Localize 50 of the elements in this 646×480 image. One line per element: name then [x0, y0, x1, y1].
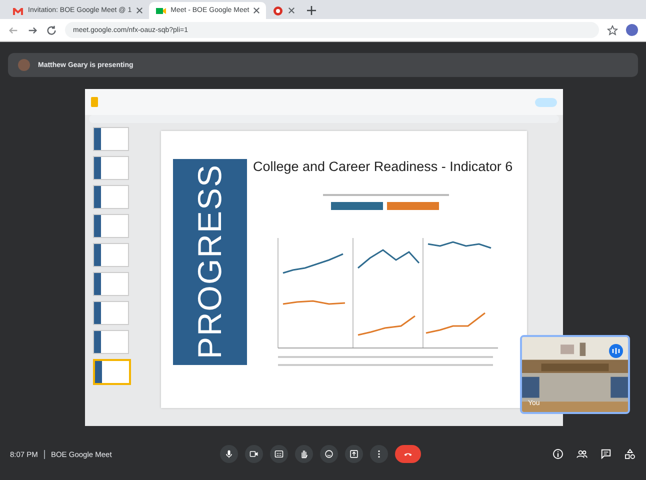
info-button[interactable]	[552, 448, 564, 460]
trend-line	[282, 253, 344, 274]
slide-thumbnail[interactable]	[93, 127, 129, 151]
presenter-avatar	[18, 59, 30, 71]
people-button[interactable]	[576, 448, 588, 460]
camera-icon	[249, 449, 259, 459]
smiley-icon	[324, 449, 334, 459]
camera-button[interactable]	[245, 445, 263, 463]
close-icon[interactable]	[288, 7, 296, 14]
close-icon[interactable]	[253, 7, 260, 14]
activities-button[interactable]	[624, 448, 636, 460]
slide-thumbnail[interactable]	[93, 156, 129, 180]
end-call-button[interactable]	[395, 445, 421, 463]
close-icon[interactable]	[136, 7, 143, 14]
people-icon	[576, 448, 588, 460]
slide-thumbnail[interactable]	[93, 243, 129, 267]
microphone-button[interactable]	[220, 445, 238, 463]
more-options-button[interactable]	[370, 445, 388, 463]
present-button[interactable]	[345, 445, 363, 463]
upload-icon	[349, 449, 359, 459]
trend-line	[282, 300, 346, 305]
info-icon	[552, 448, 564, 460]
slide-thumbnail[interactable]	[93, 301, 129, 325]
slide-thumbnail[interactable]	[93, 359, 131, 385]
captions-button[interactable]	[270, 445, 288, 463]
chat-icon	[600, 448, 612, 460]
trend-line	[426, 312, 486, 334]
hand-icon	[299, 449, 309, 459]
trend-line	[358, 249, 420, 269]
microphone-icon	[224, 449, 234, 459]
chat-button[interactable]	[600, 448, 612, 460]
emoji-button[interactable]	[320, 445, 338, 463]
record-icon	[272, 4, 284, 16]
profile-avatar[interactable]	[626, 24, 638, 36]
slide-title: College and Career Readiness - Indicator 6	[253, 159, 514, 174]
slide-thumbnail[interactable]	[93, 272, 129, 296]
trend-line	[428, 241, 492, 249]
raise-hand-button[interactable]	[295, 445, 313, 463]
banner-text: PROGRESS	[191, 164, 229, 360]
slide-thumbnail[interactable]	[93, 330, 129, 354]
forward-icon[interactable]	[27, 24, 38, 36]
captions-icon	[274, 449, 284, 459]
bookmark-icon[interactable]	[607, 24, 618, 36]
document-icon	[91, 97, 98, 107]
trend-line	[358, 315, 416, 336]
shapes-icon	[624, 448, 636, 460]
slide-thumbnail[interactable]	[93, 185, 129, 209]
new-tab-icon[interactable]	[307, 6, 316, 15]
slide-thumbnail[interactable]	[93, 214, 129, 238]
reload-icon[interactable]	[46, 24, 57, 36]
